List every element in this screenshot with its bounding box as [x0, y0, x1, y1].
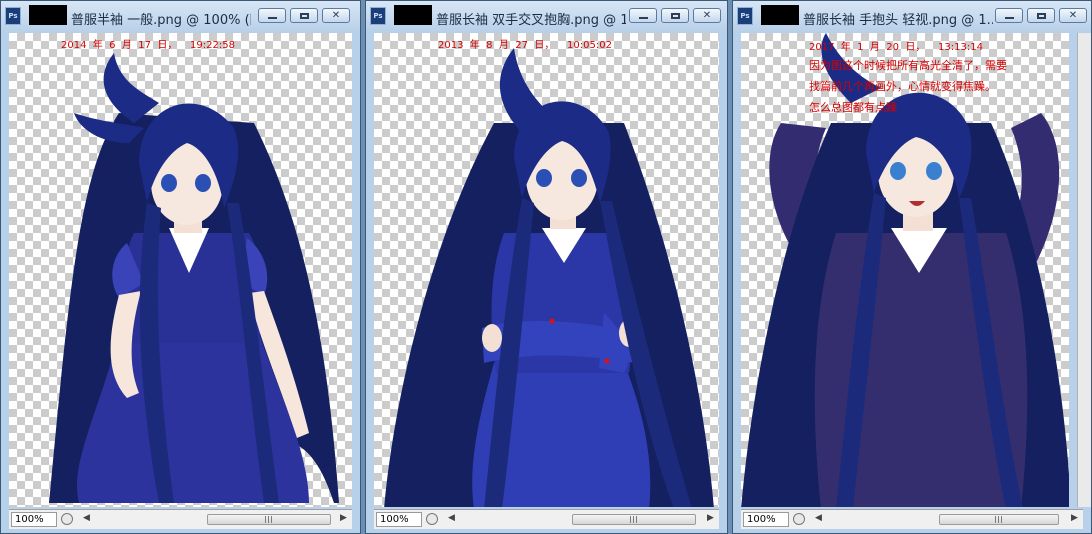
note-line-1: 因为图这个时候把所有高光全清了，需要	[809, 59, 1007, 72]
document-window-2[interactable]: Ps 普服长袖 双手交叉抱胸.png @ 1... ✕ 2013 年 8 月 2…	[365, 0, 728, 534]
horizontal-scrollbar[interactable]	[572, 514, 696, 525]
horizontal-scrollbar[interactable]	[939, 514, 1059, 525]
maximize-button[interactable]	[661, 8, 689, 23]
grip-icon	[630, 516, 638, 523]
close-icon: ✕	[1068, 9, 1078, 21]
close-icon: ✕	[702, 9, 712, 21]
document-canvas[interactable]: 2013 年 8 月 27 日， 10:05:02	[374, 33, 719, 507]
scroll-right-icon[interactable]: ▶	[1071, 513, 1078, 523]
scroll-left-icon[interactable]: ◀	[815, 513, 822, 523]
zoom-navigator-icon[interactable]	[793, 513, 805, 525]
zoom-level-field[interactable]: 100%	[743, 512, 789, 527]
zoom-navigator-icon[interactable]	[61, 513, 73, 525]
redacted-block	[761, 5, 799, 25]
grip-icon	[265, 516, 273, 523]
zoom-level-field[interactable]: 100%	[376, 512, 422, 527]
grip-icon	[995, 516, 1003, 523]
maximize-button[interactable]	[290, 8, 318, 23]
document-window-1[interactable]: Ps 普服半袖 一般.png @ 100% (图... ✕	[0, 0, 361, 534]
maximize-icon	[670, 12, 680, 19]
scroll-left-icon[interactable]: ◀	[448, 513, 455, 523]
note-line-3: 怎么总图都有点躁	[809, 101, 897, 114]
vertical-scrollbar[interactable]	[1077, 33, 1091, 507]
horizontal-scrollbar[interactable]	[207, 514, 331, 525]
redacted-block	[394, 5, 432, 25]
status-bar: 100% ◀ ▶	[374, 509, 719, 529]
zoom-level-field[interactable]: 100%	[11, 512, 57, 527]
minimize-button[interactable]	[995, 8, 1023, 23]
scroll-right-icon[interactable]: ▶	[707, 513, 714, 523]
close-button[interactable]: ✕	[693, 8, 721, 23]
timestamp-annotation: 2014 年 6 月 17 日， 19:22:58	[61, 40, 235, 51]
photoshop-icon: Ps	[370, 7, 386, 25]
minimize-icon	[638, 16, 648, 19]
window-title: 普服长袖 手抱头 轻视.png @ 1...	[803, 13, 993, 28]
document-window-3[interactable]: Ps 普服长袖 手抱头 轻视.png @ 1... ✕ 2017 年 1 月 2…	[732, 0, 1092, 534]
status-bar: 100% ◀ ▶	[9, 509, 352, 529]
photoshop-icon: Ps	[5, 7, 21, 25]
scroll-right-icon[interactable]: ▶	[340, 513, 347, 523]
photoshop-icon: Ps	[737, 7, 753, 25]
close-icon: ✕	[331, 9, 341, 21]
close-button[interactable]: ✕	[322, 8, 350, 23]
window-titlebar[interactable]: Ps 普服半袖 一般.png @ 100% (图... ✕	[1, 1, 360, 33]
window-title: 普服长袖 双手交叉抱胸.png @ 1...	[436, 13, 626, 28]
character-artwork	[384, 48, 714, 507]
redacted-block	[29, 5, 67, 25]
minimize-button[interactable]	[258, 8, 286, 23]
minimize-icon	[1004, 16, 1014, 19]
close-button[interactable]: ✕	[1059, 8, 1087, 23]
maximize-icon	[299, 12, 309, 19]
window-title: 普服半袖 一般.png @ 100% (图...	[71, 13, 251, 28]
maximize-button[interactable]	[1027, 8, 1055, 23]
character-artwork	[741, 33, 1069, 507]
document-canvas[interactable]: 2014 年 6 月 17 日， 19:22:58	[9, 33, 352, 507]
minimize-button[interactable]	[629, 8, 657, 23]
window-titlebar[interactable]: Ps 普服长袖 双手交叉抱胸.png @ 1... ✕	[366, 1, 727, 33]
maximize-icon	[1036, 12, 1046, 19]
character-artwork	[49, 53, 339, 503]
note-line-2: 找篇前几个再画外，心情就变得焦躁。	[809, 80, 996, 93]
timestamp-annotation: 2013 年 8 月 27 日， 10:05:02	[438, 40, 612, 51]
status-bar: 100% ◀ ▶	[741, 509, 1083, 529]
window-titlebar[interactable]: Ps 普服长袖 手抱头 轻视.png @ 1... ✕	[733, 1, 1091, 33]
timestamp-annotation: 2017 年 1 月 20 日， 13:13:14	[809, 42, 983, 53]
document-canvas[interactable]: 2017 年 1 月 20 日， 13:13:14 因为图这个时候把所有高光全清…	[741, 33, 1069, 507]
minimize-icon	[267, 16, 277, 19]
zoom-navigator-icon[interactable]	[426, 513, 438, 525]
scroll-left-icon[interactable]: ◀	[83, 513, 90, 523]
